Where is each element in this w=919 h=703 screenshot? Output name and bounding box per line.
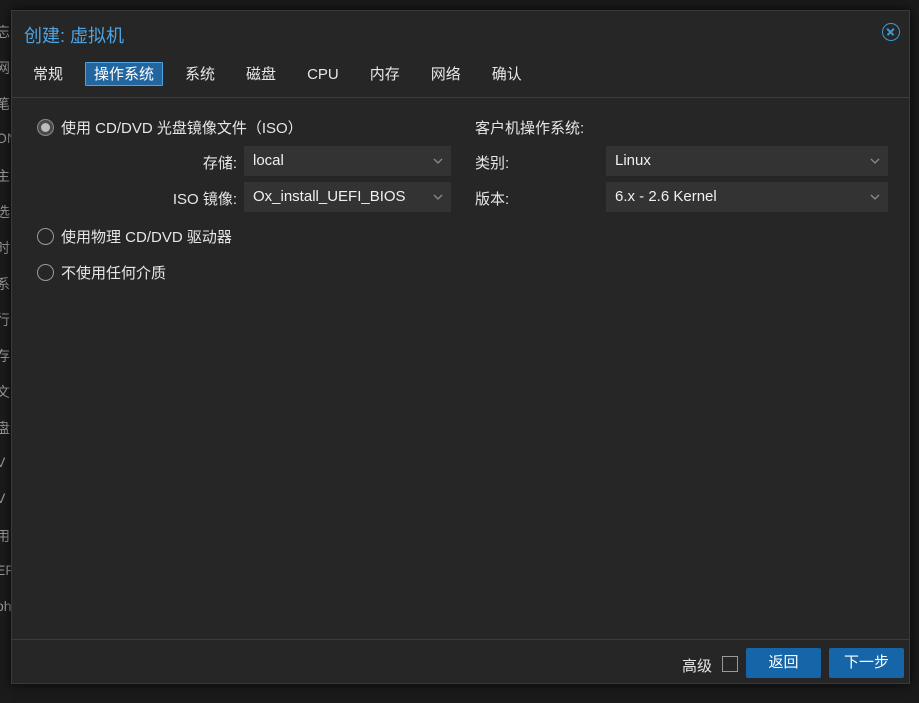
physical-drive-label: 使用物理 CD/DVD 驱动器 [61, 229, 232, 246]
os-version-label: 版本: [475, 191, 510, 208]
storage-label: 存储: [202, 155, 237, 172]
tab-confirm[interactable]: 确认 [483, 62, 531, 86]
radio-iso[interactable] [37, 119, 54, 136]
tab-network[interactable]: 网络 [422, 62, 470, 86]
os-version-value: 6.x - 2.6 Kernel [615, 188, 717, 205]
radio-none[interactable] [37, 264, 54, 281]
chevron-down-icon [870, 192, 880, 202]
back-button[interactable]: 返回 [746, 648, 821, 678]
advanced-checkbox[interactable] [722, 656, 738, 672]
tab-cpu[interactable]: CPU [298, 62, 348, 86]
chevron-down-icon [433, 192, 443, 202]
guest-os-heading: 客户机操作系统: [475, 120, 585, 137]
dialog-title: 创建: 虚拟机 [24, 26, 125, 46]
wizard-tabs: 常规 操作系统 系统 磁盘 CPU 内存 网络 确认 [24, 62, 544, 88]
os-version-select[interactable]: 6.x - 2.6 Kernel [606, 182, 888, 212]
create-vm-dialog: 创建: 虚拟机 常规 操作系统 系统 磁盘 CPU 内存 网络 确认 使用 CD… [11, 10, 910, 684]
iso-media-label: 使用 CD/DVD 光盘镜像文件（ISO） [61, 120, 303, 137]
iso-image-label: ISO 镜像: [172, 191, 237, 208]
advanced-label: 高级 [682, 658, 713, 675]
tab-memory[interactable]: 内存 [361, 62, 409, 86]
no-media-option[interactable]: 不使用任何介质 [37, 262, 166, 283]
iso-image-value: Ox_install_UEFI_BIOS [253, 188, 406, 205]
os-type-label: 类别: [475, 155, 510, 172]
close-icon[interactable] [882, 23, 900, 41]
radio-physical[interactable] [37, 228, 54, 245]
next-button[interactable]: 下一步 [829, 648, 904, 678]
chevron-down-icon [870, 156, 880, 166]
tab-os[interactable]: 操作系统 [85, 62, 164, 86]
iso-image-select[interactable]: Ox_install_UEFI_BIOS [244, 182, 451, 212]
tab-system[interactable]: 系统 [176, 62, 224, 86]
iso-media-option[interactable]: 使用 CD/DVD 光盘镜像文件（ISO） [37, 117, 303, 138]
os-type-value: Linux [615, 152, 651, 169]
tab-disks[interactable]: 磁盘 [237, 62, 285, 86]
storage-value: local [253, 152, 284, 169]
no-media-label: 不使用任何介质 [61, 265, 167, 282]
chevron-down-icon [433, 156, 443, 166]
tab-general[interactable]: 常规 [24, 62, 72, 86]
os-type-select[interactable]: Linux [606, 146, 888, 176]
physical-drive-option[interactable]: 使用物理 CD/DVD 驱动器 [37, 226, 232, 247]
tab-divider [12, 97, 909, 98]
footer-divider [12, 639, 909, 640]
storage-select[interactable]: local [244, 146, 451, 176]
